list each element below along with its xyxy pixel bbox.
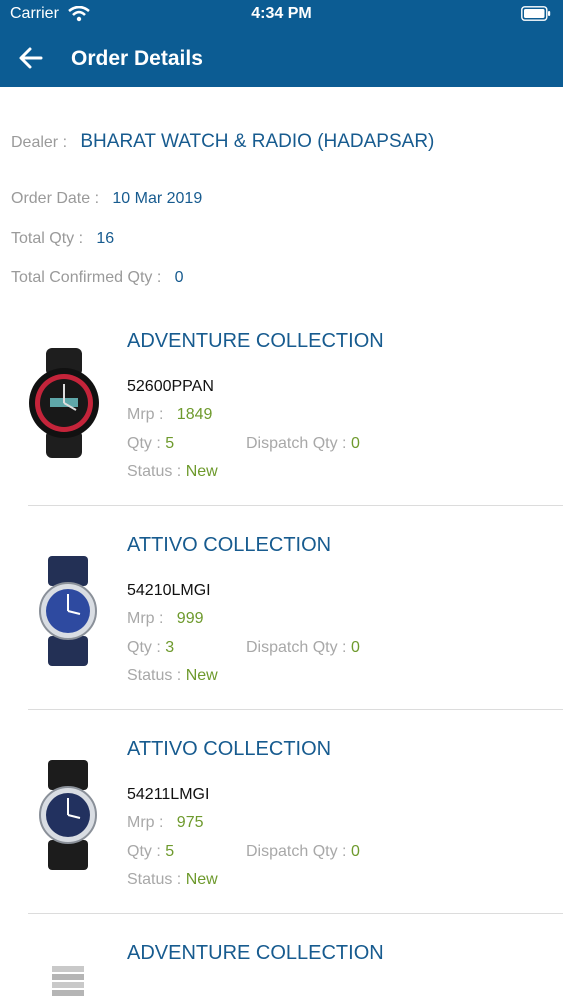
dispatch-qty-value: 0 [350, 843, 360, 860]
item-divider [28, 913, 563, 914]
dealer-label: Dealer : [11, 134, 68, 151]
confirmed-qty-label: Total Confirmed Qty : [11, 269, 162, 286]
mrp-value: 999 [176, 610, 204, 627]
total-qty-value: 16 [96, 230, 115, 247]
product-collection: ATTIVO COLLECTION [127, 738, 332, 760]
status-label: Status : [127, 463, 182, 480]
order-date-label: Order Date : [11, 190, 100, 207]
qty-label: Qty : [127, 435, 161, 452]
product-collection: ADVENTURE COLLECTION [127, 330, 384, 352]
qty-label: Qty : [127, 639, 161, 656]
order-item[interactable]: ATTIVO COLLECTION 54211LMGI Mrp : 975 Qt… [0, 734, 563, 938]
confirmed-qty-row: Total Confirmed Qty : 0 [11, 269, 184, 287]
dispatch-qty-label: Dispatch Qty : [246, 843, 347, 860]
dispatch-qty-label: Dispatch Qty : [246, 639, 347, 656]
mrp-label: Mrp : [127, 610, 164, 627]
dispatch-qty-row: Dispatch Qty : 0 [246, 435, 360, 453]
product-collection: ATTIVO COLLECTION [127, 534, 332, 556]
qty-value: 5 [165, 843, 175, 860]
order-date-value: 10 Mar 2019 [112, 190, 203, 207]
confirmed-qty-value: 0 [174, 269, 184, 286]
dispatch-qty-row: Dispatch Qty : 0 [246, 639, 360, 657]
product-code: 52600PPAN [127, 378, 214, 395]
mrp-row: Mrp : 999 [127, 610, 204, 628]
watch-image [29, 348, 99, 458]
item-divider [28, 709, 563, 710]
mrp-label: Mrp : [127, 406, 164, 423]
watch-image [39, 556, 97, 666]
status-value: New [185, 871, 218, 888]
qty-value: 3 [165, 639, 175, 656]
watch-image [39, 760, 97, 870]
status-value: New [185, 667, 218, 684]
mrp-value: 1849 [176, 406, 213, 423]
mrp-row: Mrp : 1849 [127, 406, 212, 424]
dealer-row: Dealer : BHARAT WATCH & RADIO (HADAPSAR) [11, 131, 434, 153]
status-row: Status : New [127, 463, 218, 481]
total-qty-label: Total Qty : [11, 230, 84, 247]
order-item[interactable]: ADVENTURE COLLECTION 52600PPAN Mrp : 184… [0, 326, 563, 530]
mrp-row: Mrp : 975 [127, 814, 204, 832]
qty-label: Qty : [127, 843, 161, 860]
app-header: Carrier 4:34 PM Order Details [0, 0, 563, 87]
status-value: New [185, 463, 218, 480]
dispatch-qty-row: Dispatch Qty : 0 [246, 843, 360, 861]
qty-value: 5 [165, 435, 175, 452]
back-arrow-icon[interactable] [17, 44, 45, 72]
dispatch-qty-value: 0 [350, 435, 360, 452]
item-divider [28, 505, 563, 506]
qty-row: Qty : 3 [127, 639, 174, 657]
qty-row: Qty : 5 [127, 435, 174, 453]
qty-row: Qty : 5 [127, 843, 174, 861]
status-row: Status : New [127, 667, 218, 685]
status-label: Status : [127, 667, 182, 684]
battery-icon [521, 6, 551, 21]
product-code: 54211LMGI [127, 786, 210, 803]
total-qty-row: Total Qty : 16 [11, 230, 114, 248]
watch-image [52, 966, 84, 996]
mrp-value: 975 [176, 814, 204, 831]
status-bar: Carrier 4:34 PM [0, 0, 563, 30]
status-time: 4:34 PM [251, 5, 312, 22]
dispatch-qty-value: 0 [350, 639, 360, 656]
dealer-value: BHARAT WATCH & RADIO (HADAPSAR) [80, 131, 435, 152]
page-title: Order Details [71, 47, 203, 70]
product-collection: ADVENTURE COLLECTION [127, 942, 384, 964]
order-item[interactable]: ATTIVO COLLECTION 54210LMGI Mrp : 999 Qt… [0, 530, 563, 734]
order-date-row: Order Date : 10 Mar 2019 [11, 190, 202, 208]
status-row: Status : New [127, 871, 218, 889]
mrp-label: Mrp : [127, 814, 164, 831]
product-code: 54210LMGI [127, 582, 211, 599]
dispatch-qty-label: Dispatch Qty : [246, 435, 347, 452]
status-label: Status : [127, 871, 182, 888]
order-item[interactable]: ADVENTURE COLLECTION [0, 938, 563, 1000]
